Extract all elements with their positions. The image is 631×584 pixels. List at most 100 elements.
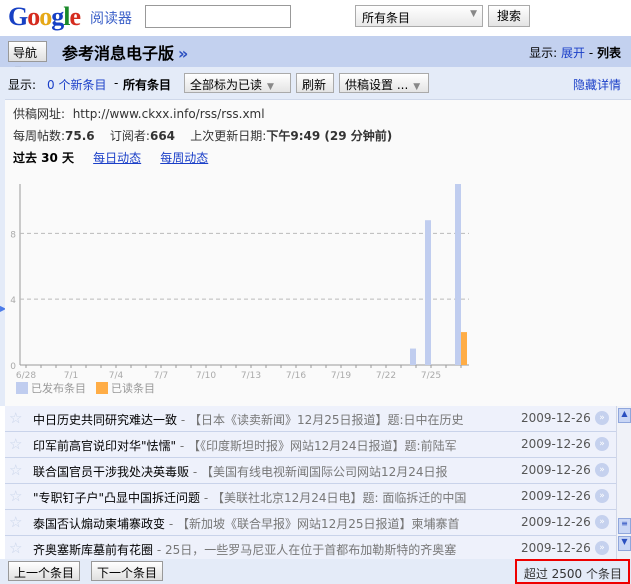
star-icon[interactable]: ☆ — [9, 435, 22, 453]
x-tick-label: 7/19 — [331, 371, 351, 381]
star-icon[interactable]: ☆ — [9, 513, 22, 531]
legend-swatch — [16, 382, 28, 394]
next-item-button[interactable]: 下一个条目 — [91, 561, 164, 581]
item-date: 2009-12-26 — [521, 515, 591, 529]
item-snippet: - 【新加坡《联合早报》网站12月25日报道】柬埔寨首 — [165, 517, 460, 531]
scope-value: 所有条目 — [362, 11, 411, 25]
updated-label: 上次更新日期: — [190, 129, 267, 143]
item-title[interactable]: 中日历史共同研究难达一致 - 【日本《读卖新闻》12月25日报道】题:日中在历史 — [33, 411, 478, 428]
x-tick-label: 7/25 — [421, 371, 441, 381]
scrollbar[interactable]: ▲ ≡ ▼ — [616, 406, 631, 559]
feed-settings-button[interactable]: 供稿设置 ... ▼ — [339, 73, 429, 93]
posts-value: 75.6 — [65, 129, 95, 143]
item-date: 2009-12-26 — [521, 463, 591, 477]
bar-read — [461, 332, 467, 365]
activity-chart: 0486/28 7/1 7/4 7/7 7/10 7/13 7/16 7/19 7/22 7/25… — [10, 184, 469, 395]
item-list: ☆ 中日历史共同研究难达一致 - 【日本《读卖新闻》12月25日报道】题:日中在历… — [5, 406, 616, 559]
open-link-icon[interactable]: » — [595, 515, 609, 529]
item-date: 2009-12-26 — [521, 411, 591, 425]
double-chevron-icon[interactable]: » — [178, 44, 188, 63]
item-snippet: - 25日，一些罗马尼亚人在位于首都布加勒斯特的齐奥塞 — [153, 543, 457, 557]
item-snippet: - 【美联社北京12月24日电】题: 面临拆迁的中国 — [200, 491, 467, 505]
item-snippet: - 【《印度斯坦时报》网站12月24日报道】题:前陆军 — [176, 439, 457, 453]
chevron-down-icon: ▼ — [470, 9, 477, 19]
star-icon[interactable]: ☆ — [9, 461, 22, 479]
all-items-current: 所有条目 — [123, 78, 172, 92]
item-title-text: 印军前高官说印对华"怯懦" — [33, 439, 177, 453]
x-tick-label: 6/28 — [16, 371, 36, 381]
scroll-up-icon[interactable]: ▲ — [618, 408, 631, 423]
star-icon[interactable]: ☆ — [9, 487, 22, 505]
legend-label: 已发布条目 — [31, 381, 86, 395]
list-item[interactable]: ☆ 齐奥塞斯库墓前有花圈 - 25日，一些罗马尼亚人在位于首都布加勒斯特的齐奥塞 2… — [5, 536, 616, 559]
posts-label: 每周帖数: — [13, 129, 66, 143]
feed-settings-label: 供稿设置 ... — [345, 78, 409, 92]
open-link-icon[interactable]: » — [595, 541, 609, 555]
x-tick-label: 7/13 — [241, 371, 261, 381]
x-tick-label: 7/22 — [376, 371, 396, 381]
x-tick-label: 7/1 — [64, 371, 78, 381]
chevron-down-icon: ▼ — [413, 82, 421, 92]
view-selector: 显示: 展开 - 列表 — [529, 44, 621, 61]
feed-details: 供稿网址: http://www.ckxx.info/rss/rss.xml 每… — [5, 99, 631, 406]
item-title-text: "专职钉子户"凸显中国拆迁问题 — [33, 491, 201, 505]
x-tick-label: 7/16 — [286, 371, 306, 381]
item-title-text: 齐奥塞斯库墓前有花圈 — [33, 543, 154, 557]
subscribers-value: 664 — [149, 129, 176, 143]
star-icon[interactable]: ☆ — [9, 539, 22, 557]
list-item[interactable]: ☆ "专职钉子户"凸显中国拆迁问题 - 【美联社北京12月24日电】题: 面临拆迁… — [5, 484, 616, 510]
nav-button[interactable]: 导航▼ — [8, 41, 47, 74]
feed-url: http://www.ckxx.info/rss/rss.xml — [72, 107, 265, 121]
feed-title[interactable]: 参考消息电子版» — [62, 40, 188, 64]
item-title[interactable]: 齐奥塞斯库墓前有花圈 - 25日，一些罗马尼亚人在位于首都布加勒斯特的齐奥塞 — [33, 541, 478, 558]
open-link-icon[interactable]: » — [595, 437, 609, 451]
feed-title-text: 参考消息电子版 — [62, 44, 175, 63]
reader-logo-text: 阅读器 — [90, 11, 132, 27]
item-title[interactable]: 泰国否认煽动柬埔寨政变 - 【新加坡《联合早报》网站12月25日报道】柬埔寨首 — [33, 515, 478, 532]
new-items-link[interactable]: 0 个新条目 — [47, 76, 106, 93]
updated-value: 下午9:49 (29 分钟前) — [266, 129, 393, 143]
open-link-icon[interactable]: » — [595, 489, 609, 503]
range-label: 过去 30 天 — [13, 151, 75, 165]
view-expanded-link[interactable]: 展开 — [561, 46, 585, 60]
bar-published — [455, 184, 461, 365]
mark-all-read-button[interactable]: 全部标为已读 ▼ — [184, 73, 291, 93]
prev-item-button[interactable]: 上一个条目 — [8, 561, 81, 581]
item-date: 2009-12-26 — [521, 437, 591, 451]
legend-swatch — [96, 382, 108, 394]
daily-trend-link[interactable]: 每日动态 — [93, 151, 141, 165]
star-icon[interactable]: ☆ — [9, 409, 22, 427]
chevron-down-icon[interactable]: ▼ — [267, 82, 274, 92]
list-item[interactable]: ☆ 印军前高官说印对华"怯懦" - 【《印度斯坦时报》网站12月24日报道】题:前… — [5, 432, 616, 458]
scroll-thumb[interactable]: ≡ — [618, 518, 631, 534]
item-title[interactable]: 印军前高官说印对华"怯懦" - 【《印度斯坦时报》网站12月24日报道】题:前陆… — [33, 437, 478, 454]
x-tick-label: 7/4 — [109, 371, 124, 381]
item-snippet: - 【美国有线电视新闻国际公司网站12月24日报 — [189, 465, 448, 479]
scroll-down-icon[interactable]: ▼ — [618, 536, 631, 551]
item-title[interactable]: 联合国官员干涉我处决英毒贩 - 【美国有线电视新闻国际公司网站12月24日报 — [33, 463, 478, 480]
list-item[interactable]: ☆ 泰国否认煽动柬埔寨政变 - 【新加坡《联合早报》网站12月25日报道】柬埔寨首… — [5, 510, 616, 536]
search-scope-select[interactable]: 所有条目 ▼ — [355, 5, 483, 27]
list-item[interactable]: ☆ 中日历史共同研究难达一致 - 【日本《读卖新闻》12月25日报道】题:日中在历… — [5, 406, 616, 432]
item-title[interactable]: "专职钉子户"凸显中国拆迁问题 - 【美联社北京12月24日电】题: 面临拆迁的… — [33, 489, 478, 506]
toolbar: 显示: 0 个新条目 - 所有条目 全部标为已读 ▼ 刷新 供稿设置 ... ▼ 隐… — [0, 67, 631, 99]
item-date: 2009-12-26 — [521, 489, 591, 503]
open-link-icon[interactable]: » — [595, 411, 609, 425]
google-logo[interactable]: Google — [8, 2, 81, 32]
separator: - — [114, 76, 119, 90]
weekly-trend-link[interactable]: 每周动态 — [160, 151, 208, 165]
show-label: 显示: — [8, 78, 37, 92]
hide-details-link[interactable]: 隐藏详情 — [573, 76, 621, 93]
open-link-icon[interactable]: » — [595, 463, 609, 477]
item-title-text: 联合国官员干涉我处决英毒贩 — [33, 465, 190, 479]
search-input[interactable] — [145, 5, 291, 28]
search-button[interactable]: 搜索 — [488, 5, 530, 27]
refresh-button[interactable]: 刷新 — [296, 73, 334, 93]
subscribers-label: 订阅者: — [109, 129, 150, 143]
view-list-current: 列表 — [596, 46, 621, 60]
nav-label: 导航 — [13, 46, 38, 60]
item-date: 2009-12-26 — [521, 541, 591, 555]
list-item[interactable]: ☆ 联合国官员干涉我处决英毒贩 - 【美国有线电视新闻国际公司网站12月24日报 2… — [5, 458, 616, 484]
item-count: 超过 2500 个条目 — [515, 559, 630, 584]
feed-url-label: 供稿网址: — [13, 107, 66, 121]
